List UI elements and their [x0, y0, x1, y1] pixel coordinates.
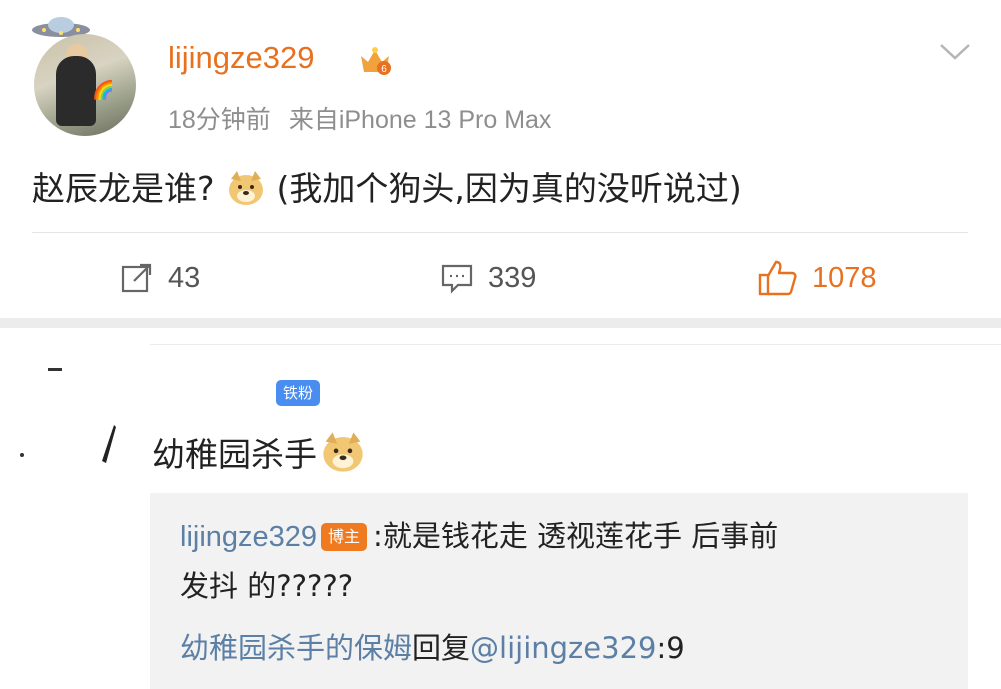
- quote-username[interactable]: lijingze329: [180, 521, 317, 553]
- section-separator: [0, 318, 1001, 328]
- post-text-note: (我加个狗头,因为真的没听说过): [276, 169, 742, 208]
- doge-emoji-icon: [228, 171, 263, 205]
- post-username[interactable]: lijingze329: [168, 40, 315, 76]
- post-source: 来自iPhone 13 Pro Max: [288, 106, 552, 134]
- fan-badge: 铁粉: [276, 380, 320, 406]
- post-time: 18分钟前: [168, 106, 271, 134]
- redacted-mark: [48, 368, 62, 371]
- reply-word: 回复: [412, 631, 471, 665]
- post-text-question: 赵辰龙是谁?: [32, 169, 215, 208]
- quoted-reply-box[interactable]: lijingze329 博主:就是钱花走 透视莲花手 后事前 发抖 的????? …: [150, 493, 968, 689]
- reply-text: :9: [656, 631, 685, 665]
- redacted-mark: [102, 425, 116, 463]
- avatar[interactable]: 🌈: [34, 34, 136, 136]
- reply-mention-link[interactable]: @lijingze329: [470, 631, 656, 665]
- thumbs-up-icon: [758, 260, 797, 296]
- post-meta: 18分钟前 来自iPhone 13 Pro Max: [168, 100, 551, 136]
- vip-crown-icon: 6: [361, 47, 391, 75]
- doge-emoji-icon: [323, 432, 363, 472]
- comment-button[interactable]: 339: [440, 258, 536, 298]
- like-count: 1078: [812, 261, 877, 294]
- redacted-mark: [20, 453, 24, 457]
- quote-line-2: 发抖 的?????: [180, 569, 354, 603]
- repost-button[interactable]: 43: [120, 258, 200, 298]
- host-badge: 博主: [321, 523, 368, 551]
- repost-icon: [121, 263, 152, 293]
- divider: [150, 344, 1001, 345]
- level-badge: 6: [381, 64, 387, 75]
- repost-count: 43: [168, 261, 201, 294]
- like-button[interactable]: 1078: [758, 258, 877, 298]
- comment-item: 铁粉 幼稚园杀手 lijingze329 博主:就是钱花走 透视莲花手 后事前 发…: [0, 328, 1001, 689]
- reply-author-link[interactable]: 幼稚园杀手的保姆: [180, 631, 412, 665]
- commenter-name-text[interactable]: 幼稚园杀手: [152, 435, 317, 474]
- comment-count: 339: [488, 261, 537, 294]
- reply-line: 幼稚园杀手的保姆回复@lijingze329:9: [180, 625, 685, 667]
- quote-line-1: lijingze329 博主:就是钱花走 透视莲花手 后事前: [180, 513, 778, 555]
- comment-icon: [441, 264, 473, 294]
- chevron-down-icon[interactable]: [938, 42, 972, 62]
- quote-text-1: :就是钱花走 透视莲花手 后事前: [373, 519, 779, 553]
- weibo-post: 🌈 lijingze329 6 18分钟前 来自iPhone 13 Pro Max…: [0, 0, 1001, 318]
- divider: [32, 232, 968, 233]
- commenter-name[interactable]: 幼稚园杀手: [152, 428, 365, 476]
- avatar-container[interactable]: 🌈: [30, 14, 140, 136]
- post-text: 赵辰龙是谁? (我加个狗头,因为真的没听说过): [32, 162, 742, 210]
